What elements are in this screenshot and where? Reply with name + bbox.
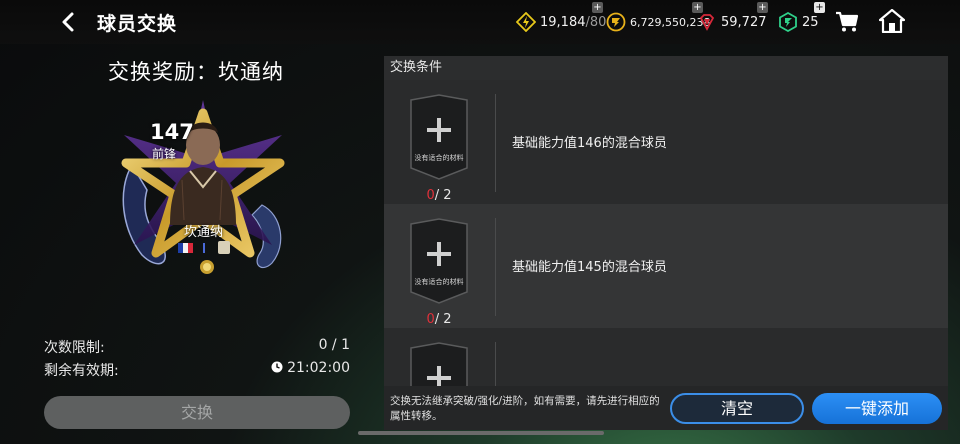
add-all-button[interactable]: 一键添加 [812, 393, 942, 424]
energy-value: 19,184 [540, 14, 586, 30]
token-icon [779, 12, 797, 32]
gems-value: 59,727 [721, 14, 767, 30]
page-title: 球员交换 [97, 13, 178, 35]
top-bar: 球员交换 19,184/80 + 6,729,550,238 + 59,727 … [0, 0, 960, 44]
conditions-header: 交换条件 [384, 56, 948, 80]
cart-icon[interactable] [835, 11, 859, 33]
currency-tokens[interactable]: 25 + [778, 2, 825, 32]
exchange-button[interactable]: 交换 [44, 396, 350, 429]
player-card-art [121, 100, 285, 274]
clock-icon [271, 361, 283, 373]
add-energy-plus-icon[interactable]: + [592, 2, 603, 13]
reward-title: 交换奖励：坎通纳 [108, 60, 284, 84]
player-card[interactable]: 147 前锋 坎通纳 [112, 95, 294, 285]
count-have: 0 [426, 188, 435, 203]
back-chevron-icon[interactable] [58, 11, 80, 33]
energy-max: /80 [585, 14, 607, 30]
tokens-value: 25 [802, 14, 819, 30]
lightning-icon [516, 12, 536, 32]
exchange-notice: 交换无法继承突破/强化/进阶，如有需要，请先进行相应的属性转移。 [390, 395, 660, 422]
currency-coins[interactable]: 6,729,550,238 + [606, 2, 710, 32]
card-rating: 147 [150, 120, 194, 144]
validity-value-wrap: 21:02:00 [271, 360, 350, 376]
validity-value: 21:02:00 [287, 360, 350, 376]
slot-status-text: 没有适合的材料 [414, 154, 464, 162]
currency-energy[interactable]: 19,184/80 + [516, 2, 607, 32]
clear-button[interactable]: 清空 [670, 393, 804, 424]
currency-gems[interactable]: 59,727 + [697, 2, 768, 32]
add-tokens-plus-icon[interactable]: + [814, 2, 825, 13]
validity-row: 剩余有效期: 21:02:00 [44, 360, 350, 380]
exchange-limit-value: 0 / 1 [318, 337, 350, 353]
count-need: / 2 [434, 188, 452, 203]
material-count: 0/ 2 [408, 188, 470, 203]
home-icon[interactable] [879, 9, 905, 33]
condition-description: 基础能力值145的混合球员 [512, 260, 667, 275]
material-count: 0/ 2 [408, 312, 470, 327]
conditions-panel: 交换条件 没有适合的材料 0/ 2 基础能力值146的混合球员 没有适合的材料 [384, 56, 948, 430]
add-plus-icon [427, 118, 451, 142]
row-divider [495, 94, 496, 192]
coin-icon [606, 12, 626, 32]
exchange-limit-row: 次数限制: 0 / 1 [44, 337, 350, 357]
bottom-action-bar: 交换无法继承突破/强化/进阶，如有需要，请先进行相应的属性转移。 清空 一键添加 [384, 386, 948, 430]
validity-label: 剩余有效期: [44, 363, 119, 379]
condition-row[interactable]: 没有适合的材料 0/ 2 基础能力值146的混合球员 [384, 80, 948, 204]
count-have: 0 [426, 312, 435, 327]
add-gems-plus-icon[interactable]: + [757, 2, 768, 13]
condition-row[interactable]: 没有适合的材料 0/ 2 基础能力值145的混合球员 [384, 204, 948, 328]
add-plus-icon [427, 242, 451, 266]
exchange-limit-label: 次数限制: [44, 340, 105, 356]
material-slot[interactable]: 没有适合的材料 [408, 218, 470, 304]
count-need: / 2 [434, 312, 452, 327]
condition-description: 基础能力值146的混合球员 [512, 136, 667, 151]
material-slot[interactable]: 没有适合的材料 [408, 94, 470, 180]
row-divider [495, 218, 496, 316]
home-indicator-bar[interactable] [358, 431, 604, 435]
slot-status-text: 没有适合的材料 [414, 278, 464, 286]
card-player-name: 坎通纳 [184, 225, 224, 240]
card-position: 前锋 [152, 147, 177, 161]
gem-icon [699, 14, 715, 31]
